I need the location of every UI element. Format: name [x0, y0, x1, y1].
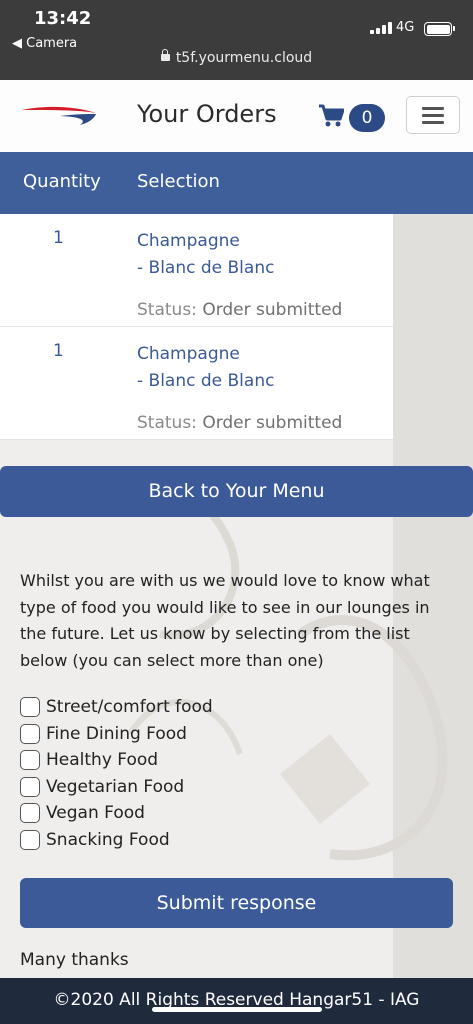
quantity-cell: 1 [53, 228, 64, 248]
lock-icon [160, 49, 170, 61]
status-value: Order submitted [202, 413, 343, 433]
selection-cell[interactable]: Champagne - Blanc de Blanc [137, 341, 274, 395]
submit-response-button[interactable]: Submit response [20, 878, 453, 928]
item-variant[interactable]: - Blanc de Blanc [137, 255, 274, 282]
option-vegan-food[interactable]: Vegan Food [20, 800, 213, 827]
thanks-text: Many thanks [20, 950, 129, 970]
ios-status-bar: 13:42 ◀ Camera 4G t5f.yourmenu.cloud [0, 0, 473, 80]
footer: ©2020 All Rights Reserved Hangar51 - IAG [0, 978, 473, 1024]
checkbox[interactable] [20, 697, 40, 718]
option-label[interactable]: Vegetarian Food [46, 777, 184, 797]
signal-icon [370, 22, 392, 34]
orders-table-header: Quantity Selection [0, 152, 473, 214]
column-header-quantity: Quantity [23, 171, 101, 192]
back-to-menu-button[interactable]: Back to Your Menu [0, 466, 473, 517]
item-name[interactable]: Champagne [137, 228, 274, 255]
order-status: Status: Order submitted [137, 413, 342, 433]
checkbox[interactable] [20, 803, 40, 824]
checkbox[interactable] [20, 750, 40, 771]
status-label: Status: [137, 413, 197, 433]
option-label[interactable]: Vegan Food [46, 803, 145, 823]
quantity-cell: 1 [53, 341, 64, 361]
status-label: Status: [137, 300, 197, 320]
home-indicator[interactable] [152, 1007, 322, 1012]
item-variant[interactable]: - Blanc de Blanc [137, 368, 274, 395]
table-row: 1 Champagne - Blanc de Blanc Status: Ord… [0, 327, 393, 440]
order-status: Status: Order submitted [137, 300, 342, 320]
status-value: Order submitted [202, 300, 343, 320]
checkbox[interactable] [20, 776, 40, 797]
shopping-cart-icon[interactable] [318, 104, 345, 132]
url-bar[interactable]: t5f.yourmenu.cloud [0, 49, 473, 66]
cart-count-badge[interactable]: 0 [349, 104, 385, 132]
airline-logo[interactable] [20, 106, 98, 130]
hamburger-menu-button[interactable] [406, 96, 460, 134]
back-to-camera-link[interactable]: ◀ Camera [12, 36, 77, 51]
option-label[interactable]: Healthy Food [46, 750, 158, 770]
item-name[interactable]: Champagne [137, 341, 274, 368]
clock: 13:42 [34, 8, 92, 29]
battery-icon [424, 22, 455, 36]
option-label[interactable]: Fine Dining Food [46, 724, 187, 744]
url-text: t5f.yourmenu.cloud [175, 50, 313, 66]
option-snacking-food[interactable]: Snacking Food [20, 827, 213, 854]
option-fine-dining-food[interactable]: Fine Dining Food [20, 721, 213, 748]
hamburger-icon [422, 107, 444, 110]
table-row: 1 Champagne - Blanc de Blanc Status: Ord… [0, 214, 393, 327]
option-label[interactable]: Street/comfort food [46, 697, 213, 717]
column-header-selection: Selection [137, 171, 220, 192]
checkbox[interactable] [20, 829, 40, 850]
checkbox[interactable] [20, 723, 40, 744]
selection-cell[interactable]: Champagne - Blanc de Blanc [137, 228, 274, 282]
option-label[interactable]: Snacking Food [46, 830, 170, 850]
app-header: Your Orders 0 [0, 80, 473, 152]
survey-intro-text: Whilst you are with us we would love to … [20, 571, 430, 670]
option-vegetarian-food[interactable]: Vegetarian Food [20, 774, 213, 801]
food-preference-options: Street/comfort food Fine Dining Food Hea… [20, 694, 213, 853]
option-healthy-food[interactable]: Healthy Food [20, 747, 213, 774]
option-street-comfort-food[interactable]: Street/comfort food [20, 694, 213, 721]
page-title: Your Orders [137, 100, 277, 128]
orders-table: 1 Champagne - Blanc de Blanc Status: Ord… [0, 214, 393, 440]
network-type: 4G [396, 20, 415, 35]
